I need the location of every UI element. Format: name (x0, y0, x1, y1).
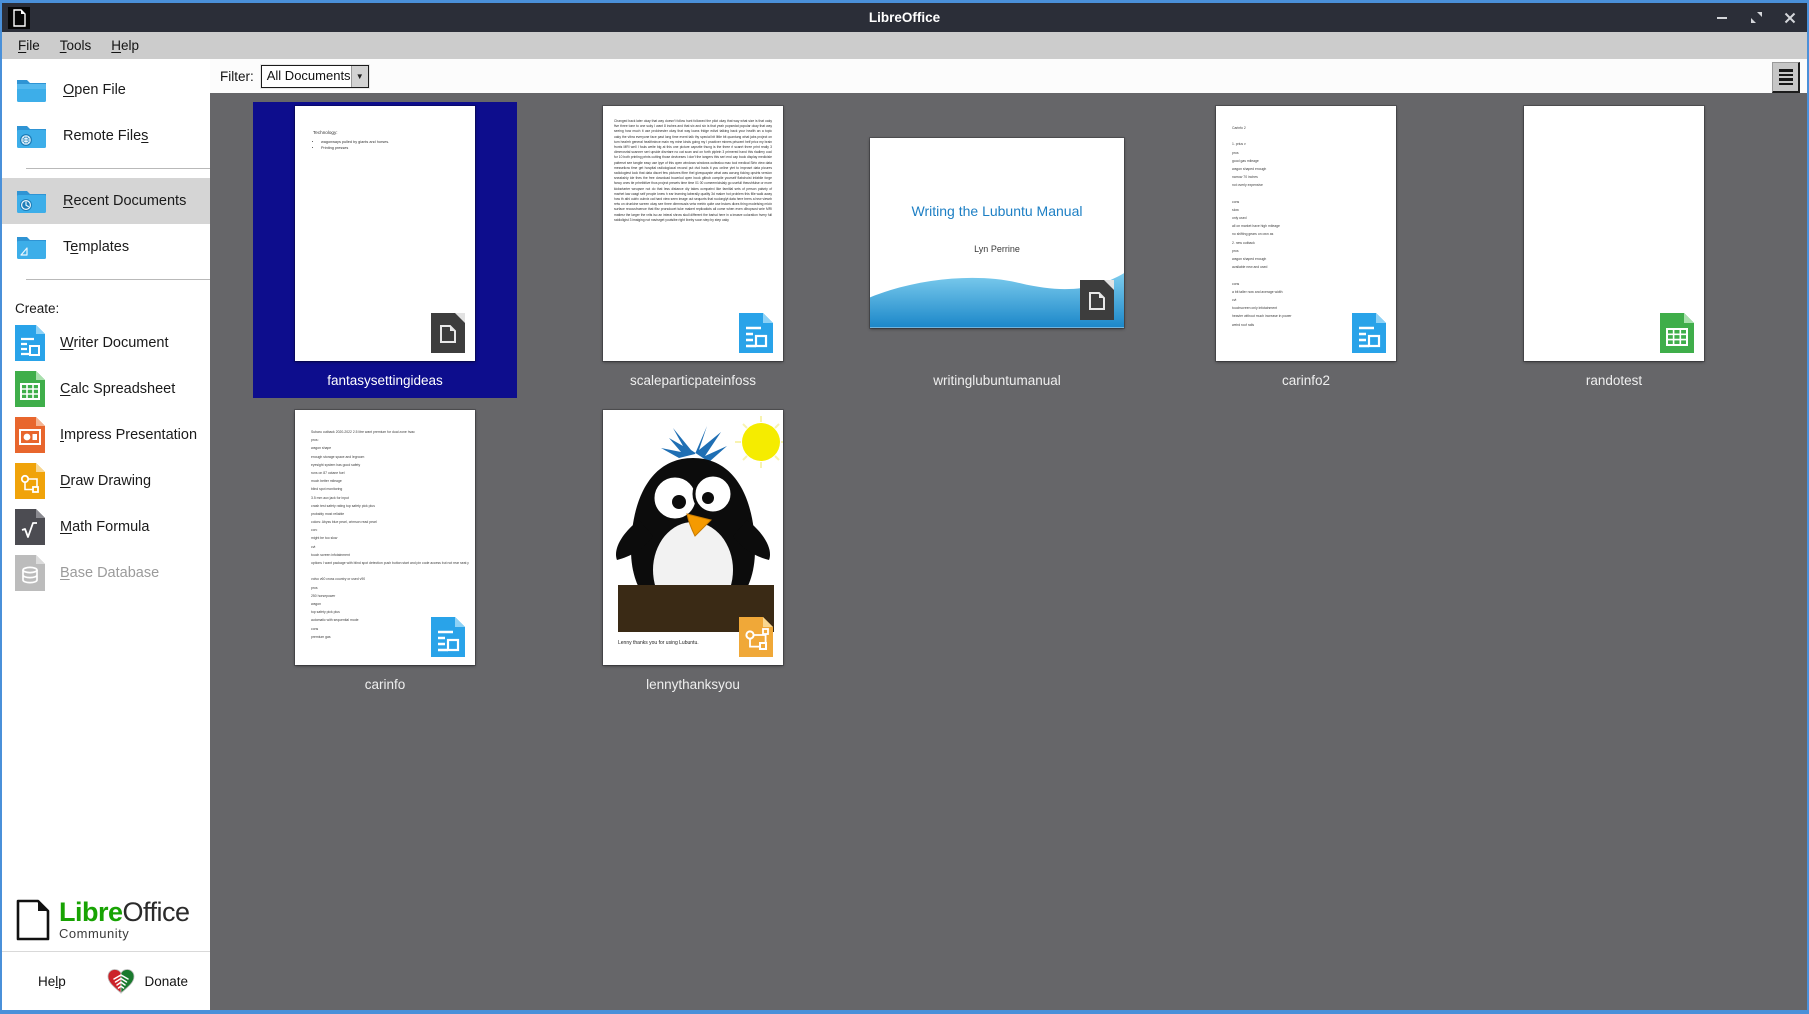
base-doc-icon (15, 555, 45, 591)
document-tile-fantasysettingideas[interactable]: Technology: wagonways pulled by giants a… (253, 102, 517, 398)
recent-documents-grid: Technology: wagonways pulled by giants a… (210, 93, 1807, 1010)
create-writer-document[interactable]: Writer Document (2, 320, 210, 366)
draw-doc-icon (15, 463, 45, 499)
writer-badge-icon (739, 313, 773, 353)
sidebar-separator (26, 168, 210, 169)
calc-badge-icon (1660, 313, 1694, 353)
document-tile-writinglubuntumanual[interactable]: Writing the Lubuntu Manual Lyn Perrine (865, 102, 1129, 398)
menu-help[interactable]: Help (101, 35, 149, 56)
document-title: scaleparticpateinfoss (561, 373, 825, 388)
sidebar-footer: Help Donate (2, 952, 210, 1010)
donate-link[interactable]: Donate (106, 967, 188, 995)
sidebar-item-recent-documents[interactable]: Recent Documents (2, 178, 210, 224)
document-title: carinfo2 (1174, 373, 1438, 388)
math-doc-icon (15, 509, 45, 545)
writer-doc-icon (15, 325, 45, 361)
document-tile-scaleparticpateinfoss[interactable]: Changed back later okay that way doesn't… (561, 102, 825, 398)
document-thumbnail: Technology: wagonways pulled by giants a… (295, 106, 475, 361)
sidebar-item-templates[interactable]: Templates (2, 224, 210, 270)
menu-tools[interactable]: Tools (50, 35, 102, 56)
folder-recent-icon (15, 188, 48, 215)
window-title: LibreOffice (2, 10, 1807, 25)
content: Open File Remote Files (2, 59, 1807, 1010)
document-tile-randotest[interactable]: randotest (1482, 102, 1746, 398)
document-tile-carinfo2[interactable]: Carinfo 21. prius vprosgood gas mileagew… (1174, 102, 1438, 398)
create-math-formula[interactable]: Math Formula (2, 504, 210, 550)
filter-dropdown[interactable]: All Documents ▼ (261, 65, 369, 88)
document-thumbnail (1524, 106, 1704, 361)
document-title: lennythanksyou (561, 677, 825, 692)
create-section-label: Create: (15, 301, 210, 316)
filter-bar: Filter: All Documents ▼ (210, 59, 1807, 93)
libreoffice-logo-icon (16, 899, 50, 941)
filter-dropdown-value: All Documents (262, 66, 351, 87)
main-area: Filter: All Documents ▼ Technology: wago… (210, 59, 1807, 1010)
folder-remote-icon (15, 123, 48, 150)
create-draw-drawing[interactable]: Draw Drawing (2, 458, 210, 504)
document-thumbnail: Changed back later okay that way doesn't… (603, 106, 783, 361)
folder-open-icon (15, 77, 48, 104)
logo-libre: Libre (59, 897, 123, 927)
create-base-database: Base Database (2, 550, 210, 596)
draw-badge-icon (739, 617, 773, 657)
sidebar: Open File Remote Files (2, 59, 210, 1010)
menu-file[interactable]: File (8, 35, 50, 56)
logo-community: Community (59, 926, 190, 941)
document-title: randotest (1482, 373, 1746, 388)
generic-document-badge-icon (431, 313, 465, 353)
sidebar-separator (26, 279, 210, 280)
document-thumbnail: Subaru outback 2020-2022 2.5 litre want … (295, 410, 475, 665)
writer-badge-icon (1352, 313, 1386, 353)
writer-badge-icon (431, 617, 465, 657)
titlebar: LibreOffice (2, 3, 1807, 32)
filter-label: Filter: (220, 69, 254, 84)
create-calc-spreadsheet[interactable]: Calc Spreadsheet (2, 366, 210, 412)
sidebar-item-open-file[interactable]: Open File (2, 67, 210, 113)
sidebar-item-remote-files[interactable]: Remote Files (2, 113, 210, 159)
impress-doc-icon (15, 417, 45, 453)
document-tile-lennythanksyou[interactable]: Lenny thanks you for using Lubuntu. lenn… (561, 406, 825, 702)
list-view-toggle-button[interactable] (1772, 62, 1800, 93)
libreoffice-community-logo: LibreOffice Community (16, 899, 210, 941)
libreoffice-start-center-window: LibreOffice File Tools Help (0, 0, 1809, 1014)
list-view-icon (1779, 69, 1793, 72)
logo-office: Office (123, 897, 190, 927)
drawing-caption: Lenny thanks you for using Lubuntu. (618, 640, 699, 646)
dropdown-arrow-icon[interactable]: ▼ (351, 66, 368, 87)
donate-heart-icon (106, 967, 136, 995)
document-title: fantasysettingideas (253, 373, 517, 388)
menubar: File Tools Help (2, 32, 1807, 59)
document-title: writinglubuntumanual (865, 373, 1129, 388)
document-thumbnail: Writing the Lubuntu Manual Lyn Perrine (870, 138, 1124, 328)
sidebar-spacer (2, 596, 210, 899)
help-link[interactable]: Help (38, 974, 66, 989)
document-thumbnail: Lenny thanks you for using Lubuntu. (603, 410, 783, 665)
generic-document-badge-icon (1080, 280, 1114, 320)
document-thumbnail: Carinfo 21. prius vprosgood gas mileagew… (1216, 106, 1396, 361)
create-impress-presentation[interactable]: Impress Presentation (2, 412, 210, 458)
document-title: carinfo (253, 677, 517, 692)
calc-doc-icon (15, 371, 45, 407)
document-tile-carinfo[interactable]: Subaru outback 2020-2022 2.5 litre want … (253, 406, 517, 702)
folder-templates-icon (15, 234, 48, 261)
